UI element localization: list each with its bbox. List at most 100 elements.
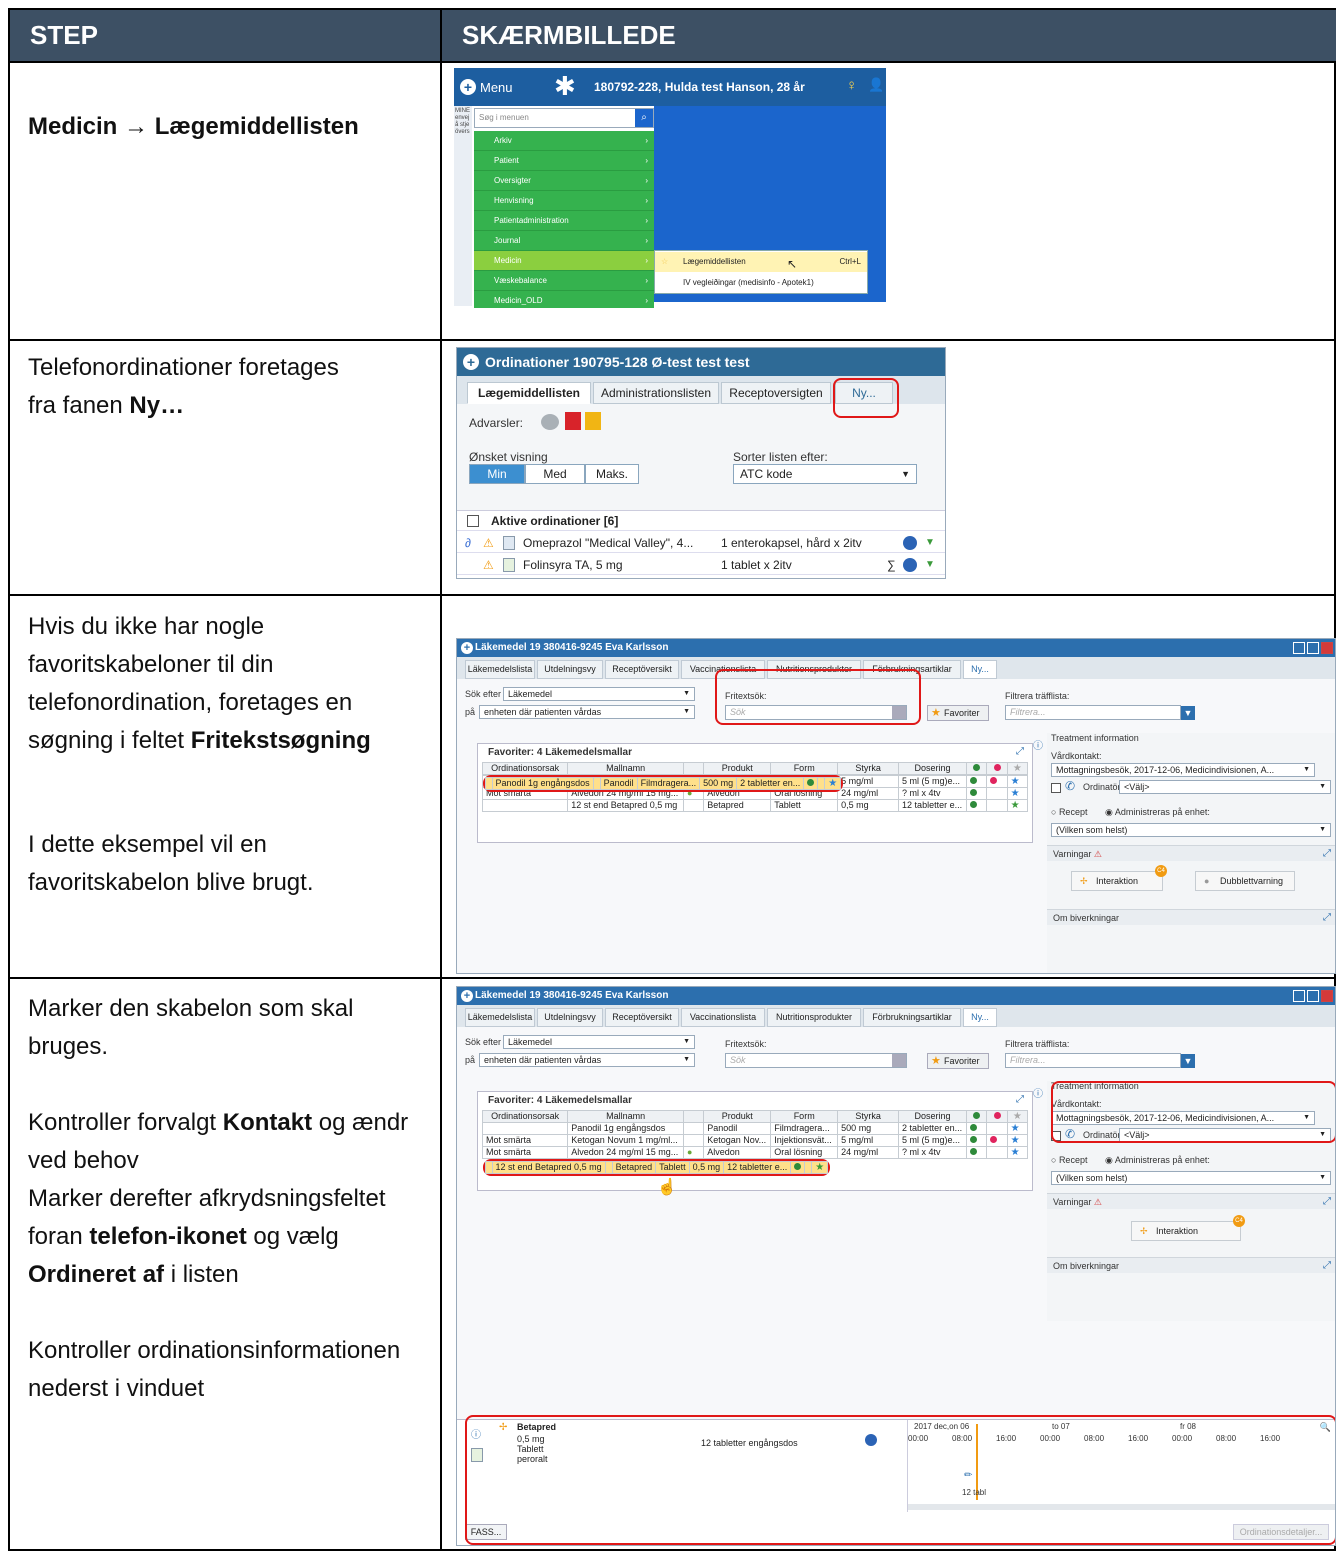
ordinator-select[interactable]: <Välj> ▼: [1119, 780, 1331, 794]
submenu-item-laegemiddellisten[interactable]: ☆ Lægemiddellisten Ctrl+L ↖: [655, 252, 867, 272]
active-list: Aktive ordinationer [6] ∂ ⚠ Omeprazol "M…: [457, 510, 945, 578]
close-icon[interactable]: [1321, 990, 1333, 1002]
menu-item-henvisning[interactable]: Henvisning ›: [474, 191, 654, 211]
maximize-icon[interactable]: [1307, 990, 1319, 1002]
favorites-button[interactable]: ★ Favoriter: [927, 1053, 989, 1069]
step-1-text: Medicin → Lægemiddellisten: [28, 113, 359, 140]
plus-icon: +: [461, 642, 473, 654]
tab-laegemiddellisten[interactable]: Lægemiddellisten: [467, 382, 591, 404]
table-row[interactable]: 12 st end Betapred 0,5 mg Betapred Tablett…: [482, 1159, 831, 1176]
hand-cursor-icon: ☝: [657, 1179, 677, 1196]
menu-item-patient[interactable]: Patient ›: [474, 151, 654, 171]
dubblett-chip[interactable]: ● Dubblettvarning: [1195, 871, 1295, 891]
table-row[interactable]: Mot smärtaKetogan Novum 1 mg/ml...Ketoga…: [481, 1134, 1029, 1147]
sort-label: Sorter listen efter:: [733, 450, 828, 464]
minimize-icon[interactable]: [1293, 642, 1305, 654]
screenshot-favorite-selected: + Läkemedel 19 380416-9245 Eva Karlsson L…: [456, 986, 1336, 1546]
tab-receptoversigten[interactable]: Receptoversigten: [721, 382, 831, 404]
menu-item-patientadministration[interactable]: Patientadministration ›: [474, 211, 654, 231]
sort-select[interactable]: ATC kode ▼: [733, 464, 917, 484]
tab-vaccinationslista[interactable]: Vaccinationslista: [681, 1008, 765, 1027]
tab-receptoversikt[interactable]: Receptöversikt: [605, 1008, 679, 1027]
submenu-item-iv[interactable]: IV vegleiðingar (medisinfo - Apotek1): [655, 273, 867, 293]
filter-icon[interactable]: ▼: [1181, 706, 1195, 720]
search-for-select[interactable]: Läkemedel ▼: [503, 687, 695, 701]
top-bar: + Menu ✱ 180792-228, Hulda test Hanson, 2…: [454, 68, 886, 106]
table-row[interactable]: Mot smärta Alvedon 24 mg/ml 15 mg... ● Alve…: [481, 1146, 1029, 1159]
varningar-section[interactable]: Varningar ⚠ ⤢: [1047, 845, 1335, 861]
info-icon[interactable]: ⓘ: [1033, 1085, 1043, 1100]
filter-icon[interactable]: ▼: [1181, 1054, 1195, 1068]
expand-icon[interactable]: ▼: [925, 533, 935, 553]
biverkningar-section[interactable]: Om biverkningar ⤢: [1047, 1257, 1335, 1273]
phone-checkbox[interactable]: [1051, 783, 1061, 793]
vardkontakt-select[interactable]: Mottagningsbesök, 2017-12-06, Medicindiv…: [1051, 763, 1315, 777]
minimize-icon[interactable]: [1293, 990, 1305, 1002]
tab-ny[interactable]: Ny...: [963, 1008, 997, 1027]
interaktion-chip[interactable]: ✢ Interaktion: [1071, 871, 1163, 891]
tab-nutritionsprodukter[interactable]: Nutritionsprodukter: [767, 1008, 861, 1027]
unit-any-select[interactable]: (Vilken som helst) ▼: [1051, 1171, 1331, 1185]
main-menu: MINE envej å stje övers Søg i menuen ⌕ Ar…: [454, 106, 654, 308]
tab-utdelningsvy[interactable]: Utdelningsvy: [537, 1008, 603, 1027]
tab-administrationslisten[interactable]: Administrationslisten: [593, 382, 719, 404]
interaktion-chip[interactable]: ✢ Interaktion: [1131, 1221, 1241, 1241]
tab-receptoversikt[interactable]: Receptöversikt: [605, 660, 679, 679]
view-med[interactable]: Med: [525, 464, 585, 484]
tab-lakemedelslista[interactable]: Läkemedelslista: [465, 1008, 535, 1027]
table-row[interactable]: Panodil 1g engångsdos Panodil Filmdragera.…: [482, 775, 844, 792]
search-for-select[interactable]: Läkemedel ▼: [503, 1035, 695, 1049]
menu-button[interactable]: + Menu: [460, 76, 516, 98]
close-icon[interactable]: [1321, 642, 1333, 654]
checkbox[interactable]: [467, 515, 479, 527]
menu-item-medicin[interactable]: Medicin ›: [474, 251, 654, 271]
expand-icon[interactable]: ⤢: [1016, 1094, 1024, 1105]
list-item[interactable]: ⚠ Folinsyra TA, 5 mg 1 tablet x 2itv ∑ ▼: [457, 555, 945, 575]
favorites-button[interactable]: ★ Favoriter: [927, 705, 989, 721]
freetext-input[interactable]: Sök: [725, 1053, 907, 1068]
tab-ny[interactable]: Ny...: [963, 660, 997, 679]
star-icon: ★: [931, 1055, 941, 1067]
biverkningar-section[interactable]: Om biverkningar ⤢: [1047, 909, 1335, 925]
view-maks[interactable]: Maks.: [585, 464, 639, 484]
filter-input[interactable]: Filtrera...: [1005, 1053, 1181, 1068]
radio-recept[interactable]: ○ Recept: [1051, 807, 1087, 817]
unit-any-select[interactable]: (Vilken som helst) ▼: [1051, 823, 1331, 837]
expand-icon[interactable]: ▼: [925, 555, 935, 575]
tab-utdelningsvy[interactable]: Utdelningsvy: [537, 660, 603, 679]
filter-input[interactable]: Filtrera...: [1005, 705, 1181, 720]
link-icon: ∂: [465, 536, 471, 550]
varningar-section[interactable]: Varningar ⚠ ⤢: [1047, 1193, 1335, 1209]
menu-item-vaeskebalance[interactable]: Væskebalance ›: [474, 271, 654, 291]
favorites-panel: Favoriter: 4 Läkemedelsmallar ⤢ Ordinati…: [477, 743, 1033, 843]
menu-item-medicin-old[interactable]: Medicin_OLD ›: [474, 291, 654, 308]
phone-icon: ✆: [1065, 779, 1076, 793]
interaction-icon: ✢: [1140, 1226, 1148, 1236]
instruction-table: STEP SKÆRMBILLEDE Medicin → Lægemiddelli…: [8, 8, 1336, 1551]
table-row[interactable]: 12 st end Betapred 0,5 mg Betapred Tablett…: [481, 799, 1029, 812]
radio-recept[interactable]: ○ Recept: [1051, 1155, 1087, 1165]
maximize-icon[interactable]: [1307, 642, 1319, 654]
radio-admin[interactable]: ◉ Administreras på enhet:: [1105, 807, 1210, 818]
info-icon[interactable]: ⓘ: [1033, 737, 1043, 752]
menu-item-journal[interactable]: Journal ›: [474, 231, 654, 251]
unit-select[interactable]: enheten där patienten vårdas ▼: [479, 1053, 695, 1067]
search-icon[interactable]: ⌕: [635, 109, 653, 127]
list-item[interactable]: ∂ ⚠ Omeprazol "Medical Valley", 4... 1 e…: [457, 533, 945, 553]
menu-item-arkiv[interactable]: Arkiv ›: [474, 131, 654, 151]
menu-search-input[interactable]: Søg i menuen ⌕: [474, 108, 654, 128]
expand-icon[interactable]: ⤢: [1016, 746, 1024, 757]
tab-forbrukningsartiklar[interactable]: Förbrukningsartiklar: [863, 1008, 961, 1027]
tab-lakemedelslista[interactable]: Läkemedelslista: [465, 660, 535, 679]
unit-select[interactable]: enheten där patienten vårdas ▼: [479, 705, 695, 719]
menu-item-oversigter[interactable]: Oversigter ›: [474, 171, 654, 191]
interaction-icon: ✢: [1080, 876, 1088, 886]
search-icon[interactable]: [892, 1054, 906, 1067]
screenshot-favorites: + Läkemedel 19 380416-9245 Eva Karlsson L…: [456, 638, 1336, 974]
table-row[interactable]: Panodil 1g engångsdos Panodil Filmdragera.…: [481, 1122, 1029, 1135]
sum-icon: ∑: [887, 558, 896, 572]
warning-icon: ⚠: [1093, 1197, 1102, 1207]
radio-admin[interactable]: ◉ Administreras på enhet:: [1105, 1155, 1210, 1166]
screenshot-ordinationer: + Ordinationer 190795-128 Ø-test test tes…: [456, 347, 946, 579]
view-min[interactable]: Min: [469, 464, 525, 484]
